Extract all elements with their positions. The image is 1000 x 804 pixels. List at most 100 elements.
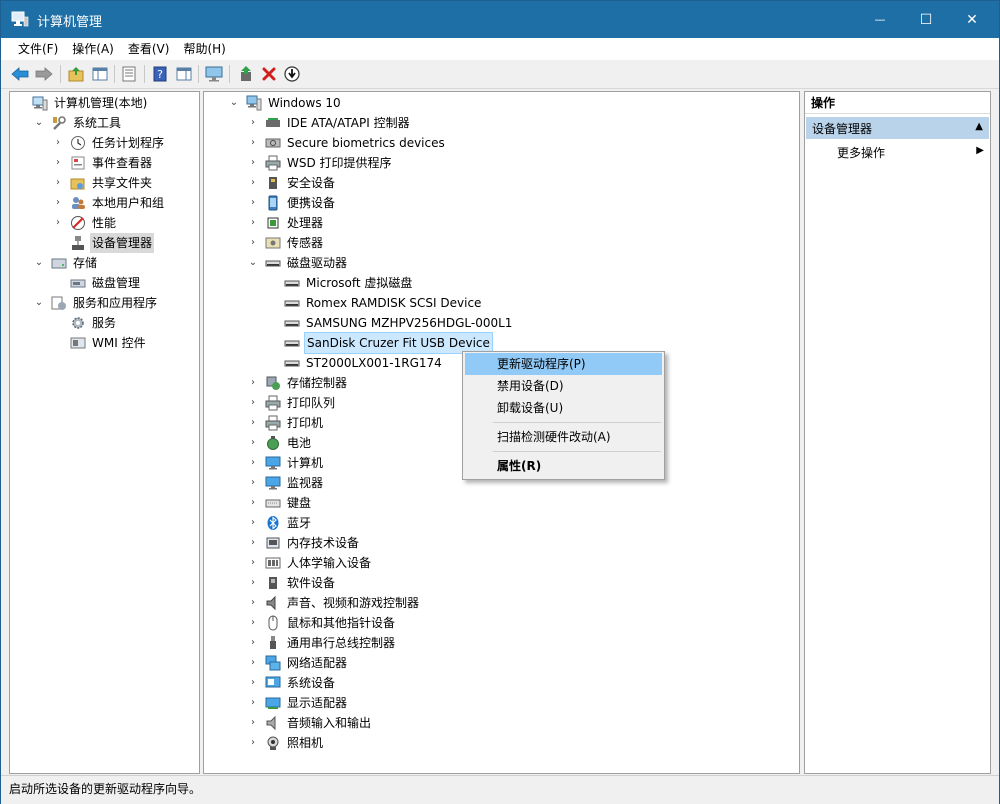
expand-chevron-icon[interactable]: ›: [247, 453, 259, 473]
device-tree-item[interactable]: › 蓝牙: [247, 513, 313, 533]
expand-chevron-icon[interactable]: ›: [247, 393, 259, 413]
show-action-pane-button[interactable]: [175, 65, 193, 83]
console-tree-item[interactable]: › 事件查看器: [52, 153, 154, 173]
device-tree-item[interactable]: › 网络适配器: [247, 653, 349, 673]
collapse-chevron-icon[interactable]: ⌄: [33, 253, 45, 273]
console-tree-item[interactable]: 设备管理器: [52, 233, 155, 253]
disable-device-button[interactable]: [283, 65, 301, 83]
device-tree-item[interactable]: › 电池: [247, 433, 313, 453]
device-tree-item[interactable]: › 处理器: [247, 213, 325, 233]
expand-chevron-icon[interactable]: ›: [247, 373, 259, 393]
expand-chevron-icon[interactable]: ›: [247, 693, 259, 713]
expand-chevron-icon[interactable]: ›: [247, 113, 259, 133]
expand-chevron-icon[interactable]: ›: [247, 573, 259, 593]
minimize-button[interactable]: —: [857, 1, 903, 38]
expand-chevron-icon[interactable]: ›: [247, 593, 259, 613]
expand-chevron-icon[interactable]: ›: [247, 653, 259, 673]
expand-chevron-icon[interactable]: ›: [247, 153, 259, 173]
device-tree-item[interactable]: › 软件设备: [247, 573, 337, 593]
device-tree-item[interactable]: ⌄ 磁盘驱动器: [247, 253, 349, 273]
console-tree-item[interactable]: › 性能: [52, 213, 118, 233]
show-hide-tree-button[interactable]: [91, 65, 109, 83]
console-tree-item[interactable]: 计算机管理(本地): [14, 93, 149, 113]
expand-chevron-icon[interactable]: ›: [52, 133, 64, 153]
expand-chevron-icon[interactable]: ›: [247, 713, 259, 733]
properties-button[interactable]: [120, 65, 138, 83]
menu-file[interactable]: 文件(F): [11, 38, 65, 60]
update-driver-button[interactable]: [237, 65, 255, 83]
device-tree-item[interactable]: › 传感器: [247, 233, 325, 253]
expand-chevron-icon[interactable]: ›: [247, 413, 259, 433]
device-tree-item[interactable]: › 系统设备: [247, 673, 337, 693]
expand-chevron-icon[interactable]: ›: [52, 193, 64, 213]
expand-chevron-icon[interactable]: ›: [247, 473, 259, 493]
expand-chevron-icon[interactable]: ›: [247, 733, 259, 753]
actions-section-device-manager[interactable]: 设备管理器 ▲: [806, 117, 989, 139]
context-menu-item[interactable]: 属性(R): [465, 455, 662, 477]
device-tree-item[interactable]: › 人体学输入设备: [247, 553, 373, 573]
device-tree-item[interactable]: › Secure biometrics devices: [247, 133, 447, 153]
expand-chevron-icon[interactable]: ›: [247, 173, 259, 193]
expand-chevron-icon[interactable]: ›: [247, 193, 259, 213]
help-button[interactable]: ?: [151, 65, 169, 83]
menu-view[interactable]: 查看(V): [121, 38, 177, 60]
scan-hardware-button[interactable]: [205, 65, 223, 83]
device-tree-item[interactable]: › 打印队列: [247, 393, 337, 413]
collapse-arrow-icon[interactable]: ▲: [975, 121, 983, 132]
up-level-button[interactable]: [67, 65, 85, 83]
console-tree-item[interactable]: 服务: [52, 313, 118, 333]
device-tree-item[interactable]: › 显示适配器: [247, 693, 349, 713]
collapse-chevron-icon[interactable]: ⌄: [247, 253, 259, 273]
console-tree-item[interactable]: 磁盘管理: [52, 273, 142, 293]
maximize-button[interactable]: ☐: [903, 1, 949, 38]
expand-chevron-icon[interactable]: ›: [52, 173, 64, 193]
expand-chevron-icon[interactable]: ›: [247, 633, 259, 653]
device-tree-item[interactable]: › IDE ATA/ATAPI 控制器: [247, 113, 412, 133]
expand-chevron-icon[interactable]: ›: [247, 553, 259, 573]
menu-help[interactable]: 帮助(H): [176, 38, 232, 60]
console-tree-item[interactable]: ⌄ 服务和应用程序: [33, 293, 159, 313]
device-tree-item[interactable]: ⌄ Windows 10: [228, 93, 343, 113]
more-actions-item[interactable]: 更多操作 ▶: [806, 141, 989, 163]
device-tree-item[interactable]: SAMSUNG MZHPV256HDGL-000L1: [266, 313, 514, 333]
expand-chevron-icon[interactable]: ›: [247, 613, 259, 633]
console-tree-item[interactable]: WMI 控件: [52, 333, 148, 353]
context-menu-item[interactable]: 卸载设备(U): [465, 397, 662, 419]
expand-chevron-icon[interactable]: ›: [247, 133, 259, 153]
device-tree-item[interactable]: › WSD 打印提供程序: [247, 153, 394, 173]
console-tree-item[interactable]: › 本地用户和组: [52, 193, 166, 213]
device-tree-item[interactable]: ST2000LX001-1RG174: [266, 353, 444, 373]
console-tree-pane[interactable]: 计算机管理(本地) ⌄ 系统工具 › 任务计划程序 › 事件查看器 › 共享文件夹 › 本地用户和组…: [9, 91, 200, 774]
device-tree-item[interactable]: › 计算机: [247, 453, 325, 473]
uninstall-device-button[interactable]: [260, 65, 278, 83]
title-bar[interactable]: 计算机管理 — ☐ ✕: [1, 1, 999, 38]
console-tree-item[interactable]: ⌄ 存储: [33, 253, 99, 273]
close-button[interactable]: ✕: [949, 1, 995, 38]
expand-chevron-icon[interactable]: ›: [52, 213, 64, 233]
expand-chevron-icon[interactable]: ›: [52, 153, 64, 173]
context-menu-item[interactable]: 更新驱动程序(P): [465, 353, 662, 375]
expand-chevron-icon[interactable]: ›: [247, 233, 259, 253]
device-tree-item[interactable]: › 安全设备: [247, 173, 337, 193]
device-tree-item[interactable]: › 打印机: [247, 413, 325, 433]
device-tree-item[interactable]: SanDisk Cruzer Fit USB Device: [266, 332, 493, 354]
device-tree-item[interactable]: › 照相机: [247, 733, 325, 753]
device-tree-item[interactable]: › 通用串行总线控制器: [247, 633, 397, 653]
device-tree-item[interactable]: › 鼠标和其他指针设备: [247, 613, 397, 633]
console-tree-item[interactable]: › 任务计划程序: [52, 133, 166, 153]
collapse-chevron-icon[interactable]: ⌄: [33, 113, 45, 133]
console-tree-item[interactable]: › 共享文件夹: [52, 173, 154, 193]
menu-action[interactable]: 操作(A): [65, 38, 121, 60]
device-tree-item[interactable]: Romex RAMDISK SCSI Device: [266, 293, 483, 313]
expand-chevron-icon[interactable]: ›: [247, 533, 259, 553]
expand-chevron-icon[interactable]: ›: [247, 493, 259, 513]
device-tree-item[interactable]: › 便携设备: [247, 193, 337, 213]
collapse-chevron-icon[interactable]: ⌄: [228, 93, 240, 113]
expand-chevron-icon[interactable]: ›: [247, 213, 259, 233]
device-tree-item[interactable]: › 内存技术设备: [247, 533, 361, 553]
expand-chevron-icon[interactable]: ›: [247, 513, 259, 533]
device-tree-item[interactable]: › 声音、视频和游戏控制器: [247, 593, 421, 613]
context-menu-item[interactable]: 扫描检测硬件改动(A): [465, 426, 662, 448]
forward-button[interactable]: [35, 65, 53, 83]
device-tree-item[interactable]: › 键盘: [247, 493, 313, 513]
